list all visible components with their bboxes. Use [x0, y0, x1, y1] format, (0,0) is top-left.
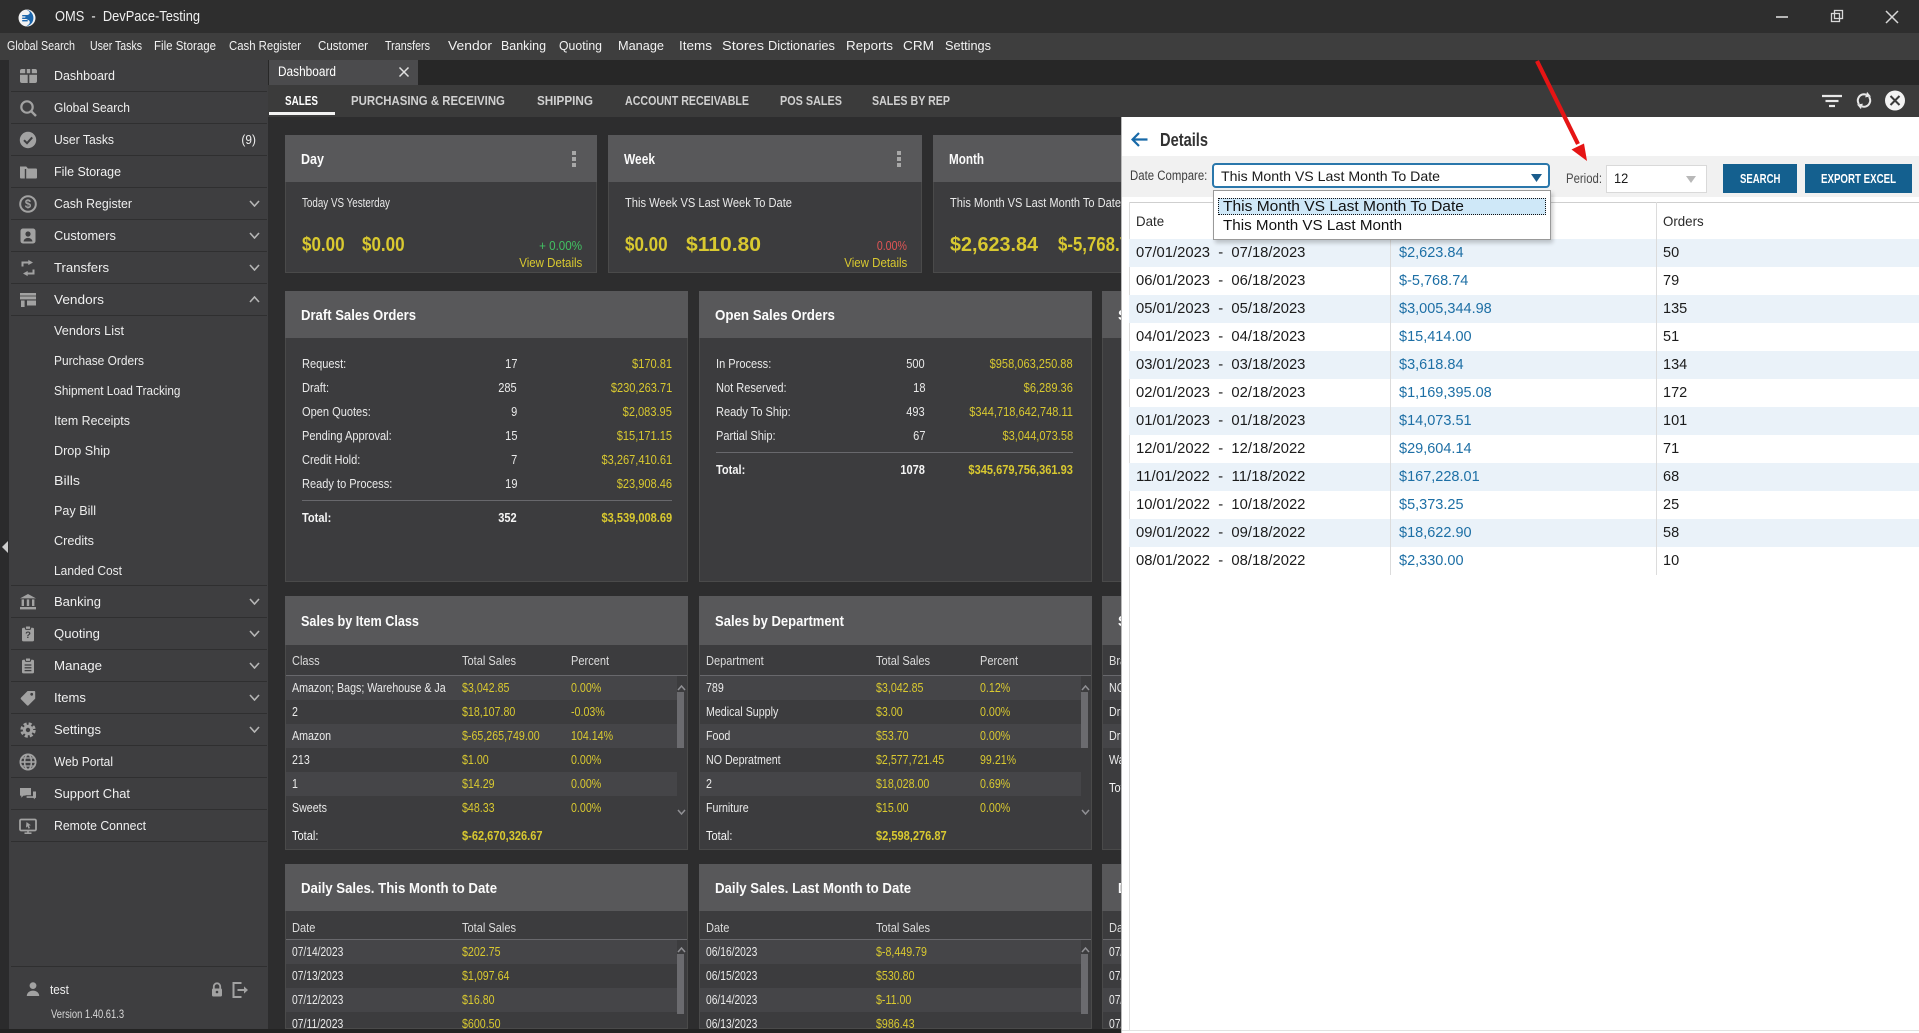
svg-text:?: ? [25, 630, 31, 641]
svg-text:$: $ [25, 199, 32, 211]
